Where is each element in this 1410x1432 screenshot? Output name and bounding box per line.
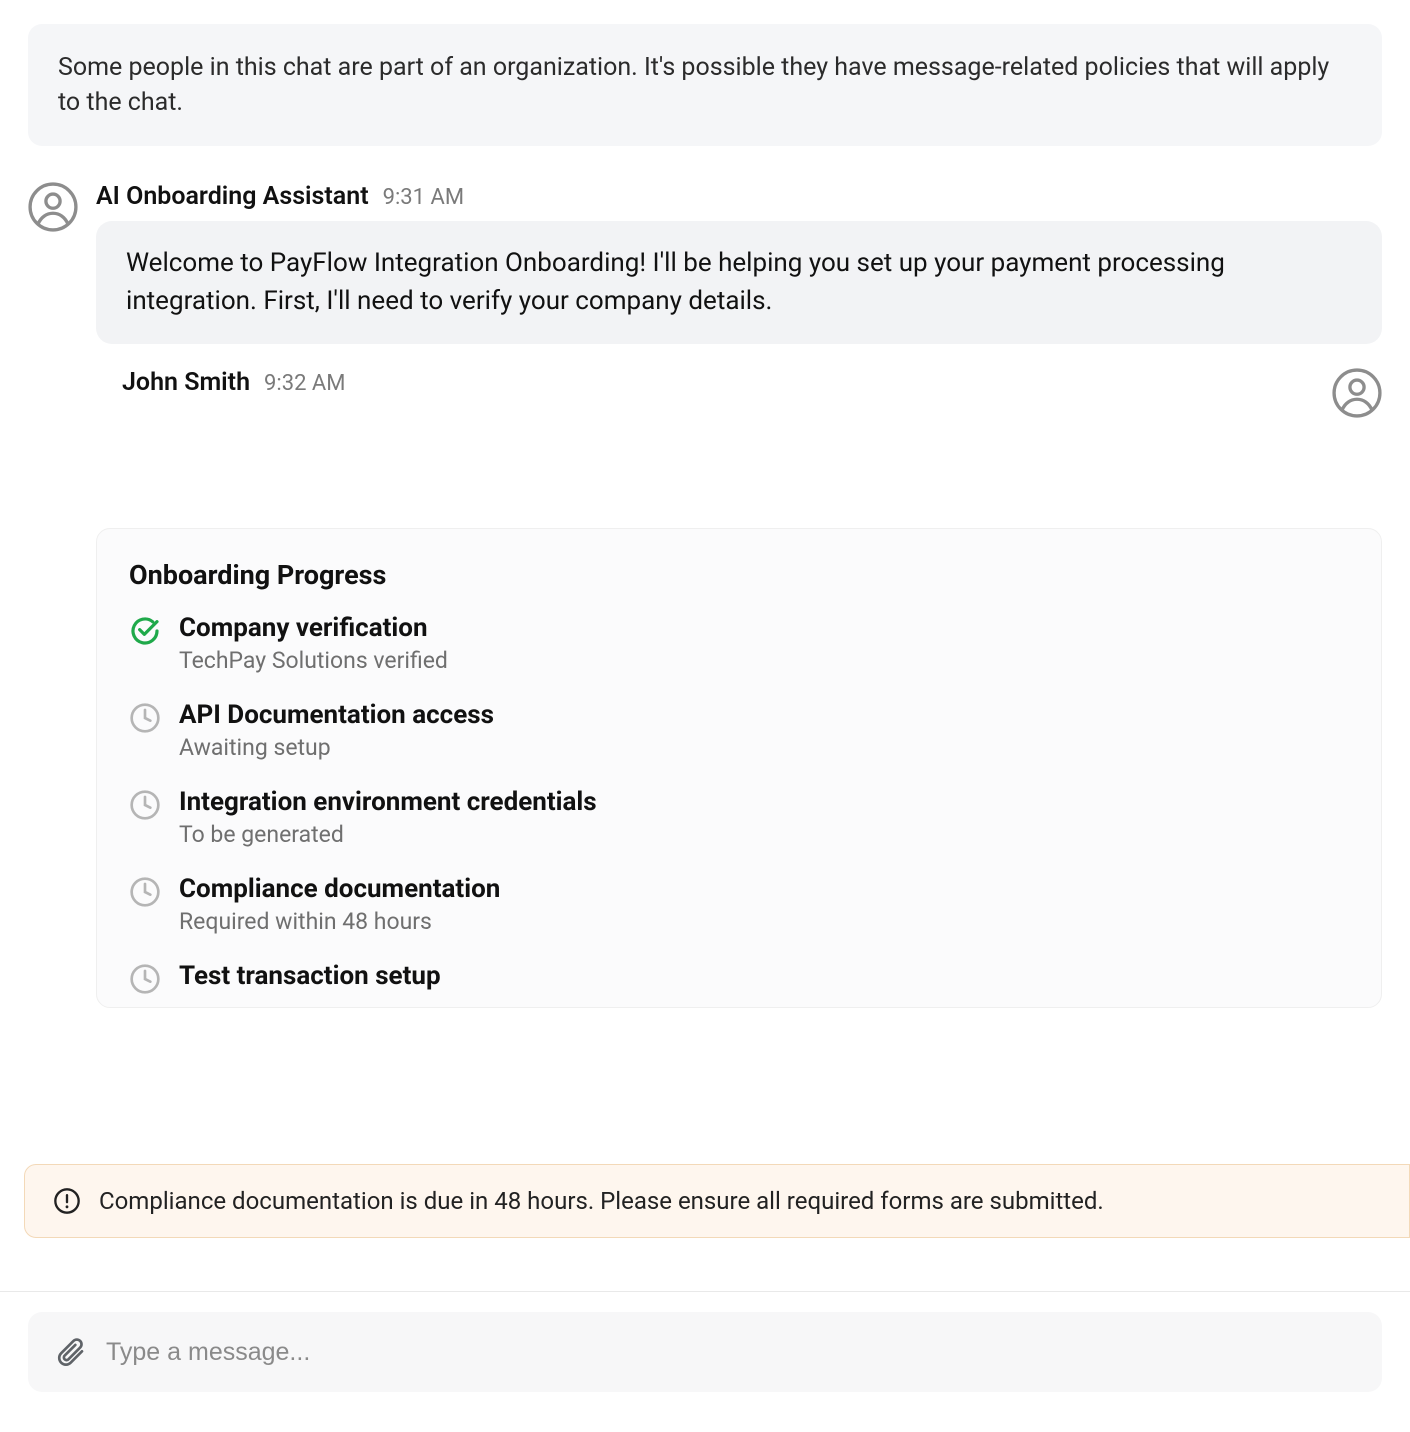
message-time: 9:31 AM: [383, 185, 464, 210]
message-row: AI Onboarding Assistant 9:31 AM Welcome …: [28, 182, 1382, 344]
progress-text: Test transaction setup: [179, 961, 441, 995]
message-header: AI Onboarding Assistant 9:31 AM: [96, 182, 1382, 211]
progress-item: Integration environment credentials To b…: [129, 787, 1349, 848]
progress-item-title: API Documentation access: [179, 700, 494, 730]
org-policy-banner: Some people in this chat are part of an …: [28, 24, 1382, 146]
message-bubble: Welcome to PayFlow Integration Onboardin…: [96, 221, 1382, 344]
progress-title: Onboarding Progress: [129, 559, 1349, 591]
paperclip-icon[interactable]: [54, 1336, 86, 1368]
progress-item-title: Company verification: [179, 613, 448, 643]
progress-item: API Documentation access Awaiting setup: [129, 700, 1349, 761]
org-policy-text: Some people in this chat are part of an …: [58, 53, 1329, 117]
clock-icon: [129, 963, 161, 995]
compliance-alert-banner: Compliance documentation is due in 48 ho…: [24, 1164, 1410, 1238]
progress-text: Company verification TechPay Solutions v…: [179, 613, 448, 674]
check-circle-icon: [129, 615, 161, 647]
message-body: Welcome to PayFlow Integration Onboardin…: [126, 248, 1225, 316]
clock-icon: [129, 702, 161, 734]
divider: [0, 1291, 1410, 1292]
clock-icon: [129, 876, 161, 908]
sender-name: AI Onboarding Assistant: [96, 182, 369, 211]
avatar: [1332, 368, 1382, 418]
onboarding-progress-card: Onboarding Progress Company verification…: [96, 528, 1382, 1008]
progress-item-title: Integration environment credentials: [179, 787, 597, 817]
chat-area: Some people in this chat are part of an …: [0, 0, 1410, 1008]
sender-name: John Smith: [122, 368, 250, 397]
progress-item: Company verification TechPay Solutions v…: [129, 613, 1349, 674]
clock-icon: [129, 789, 161, 821]
alert-text: Compliance documentation is due in 48 ho…: [99, 1187, 1104, 1215]
message-column: AI Onboarding Assistant 9:31 AM Welcome …: [96, 182, 1382, 344]
progress-text: Compliance documentation Required within…: [179, 874, 500, 935]
progress-text: Integration environment credentials To b…: [179, 787, 597, 848]
message-time: 9:32 AM: [264, 371, 345, 396]
alert-circle-icon: [53, 1187, 81, 1215]
message-header: John Smith 9:32 AM: [122, 368, 345, 397]
progress-item-sub: Required within 48 hours: [179, 908, 500, 935]
progress-text: API Documentation access Awaiting setup: [179, 700, 494, 761]
progress-item-title: Compliance documentation: [179, 874, 500, 904]
message-column: John Smith 9:32 AM: [28, 368, 1314, 407]
progress-item-title: Test transaction setup: [179, 961, 441, 991]
progress-item-sub: Awaiting setup: [179, 734, 494, 761]
message-row: John Smith 9:32 AM: [28, 368, 1382, 418]
message-composer[interactable]: [28, 1312, 1382, 1392]
progress-item-sub: TechPay Solutions verified: [179, 647, 448, 674]
avatar: [28, 182, 78, 232]
progress-item-sub: To be generated: [179, 821, 597, 848]
message-input[interactable]: [106, 1338, 1356, 1367]
progress-item: Test transaction setup: [129, 961, 1349, 995]
progress-item: Compliance documentation Required within…: [129, 874, 1349, 935]
